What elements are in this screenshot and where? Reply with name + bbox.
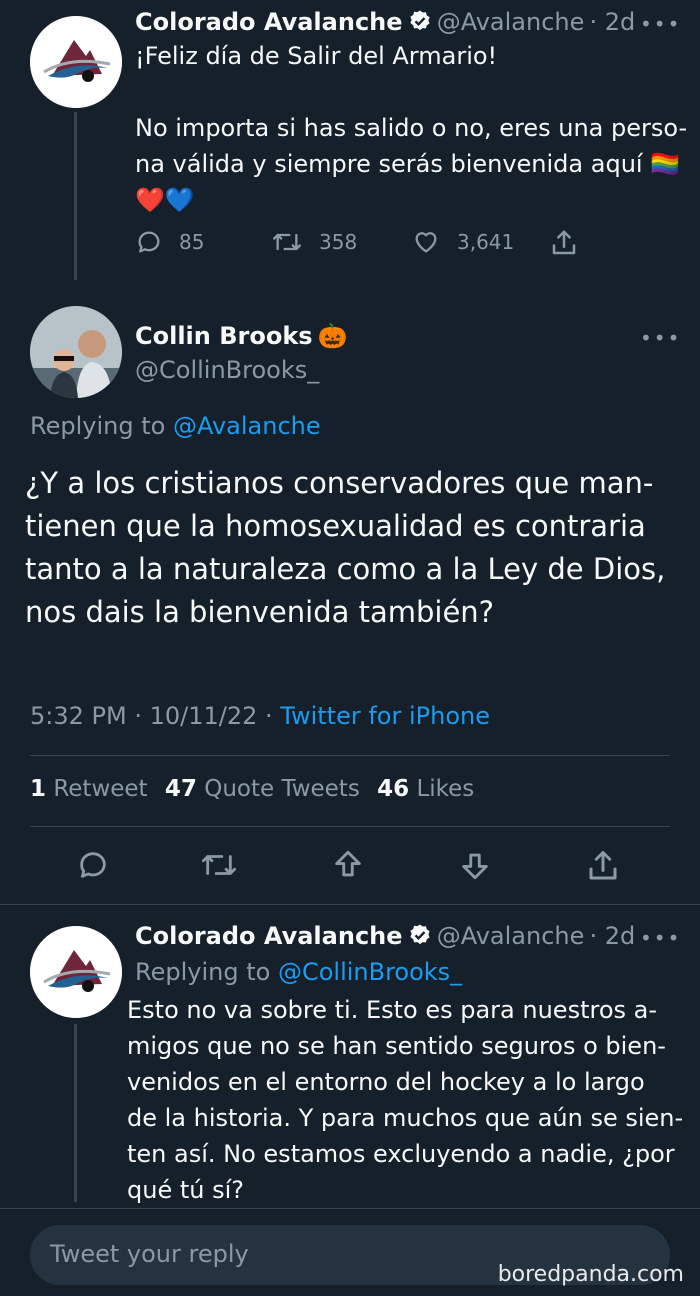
reply-placeholder: Tweet your reply [50,1240,249,1268]
avalanche-thread-line [74,112,77,280]
retweets-stat[interactable]: 1 Retweet [30,776,148,802]
tweet-text-line: na válida y siempre serás bienvenida aqu… [135,150,681,178]
tweet-text-line: ¡Feliz día de Salir del Armario! [135,42,498,70]
tweet-source[interactable]: Twitter for iPhone [280,702,490,730]
replying-prefix: Replying to [30,412,166,440]
replying-prefix: Replying to [135,958,271,986]
tweet-age: · 2d [589,8,636,36]
author-handle[interactable]: @CollinBrooks_ [135,356,319,384]
timestamp-row: 5:32 PM · 10/11/22 · Twitter for iPhone [30,702,490,730]
tweet-text-line: venidos en el entorno del hockey a lo la… [127,1068,645,1096]
watermark: boredpanda.com [497,1262,684,1287]
tweet-text-line: ten así. No estamos excluyendo a nadie, … [127,1140,675,1168]
avalanche-thread-line [74,1024,77,1202]
tweet-text-line: tanto a la naturaleza como a la Ley de D… [25,552,666,586]
retweet-count: 358 [319,230,358,254]
tweet3-header: Colorado Avalanche @Avalanche · 2d [135,922,635,950]
verified-badge-icon [410,10,430,31]
replying-to-link[interactable]: @CollinBrooks_ [278,958,462,986]
main-tweet-actions [0,846,700,886]
tweet-age: · 2d [589,922,636,950]
replying-to: Replying to @Avalanche [30,412,321,440]
share-icon[interactable] [585,848,621,884]
engagement-stats: 1 Retweet 47 Quote Tweets 46 Likes [30,776,474,802]
tweet-text-line: ❤️💙 [135,186,195,214]
share-action[interactable] [549,228,579,262]
tweet1-body: ¡Feliz día de Salir del Armario! No impo… [135,38,695,218]
tweet-text-line: migos que no se han sentido seguros o bi… [127,1032,666,1060]
main-tweet-text: ¿Y a los cristianos conservadores que ma… [25,462,695,634]
retweet-count: 1 [30,776,47,802]
author-name[interactable]: Colorado Avalanche [135,8,403,36]
pumpkin-emoji: 🎃 [317,322,348,350]
reply-icon[interactable] [76,848,110,882]
heart-icon [415,232,437,253]
avalanche-avatar[interactable] [30,926,122,1018]
retweet-icon[interactable] [200,848,238,882]
verified-badge-icon [410,924,430,945]
divider [0,904,700,905]
tweet-text-line: de la historia. Y para muchos que aún se… [127,1104,684,1132]
timestamp[interactable]: 5:32 PM · 10/11/22 · [30,702,273,730]
upvote-icon[interactable] [331,848,365,882]
avalanche-avatar[interactable] [30,16,122,108]
tweet1-header: Colorado Avalanche @Avalanche · 2d [135,8,635,36]
share-icon [552,230,576,255]
retweet-action[interactable]: 358 [271,228,357,256]
tweet-text-line: qué tú sí? [127,1176,244,1204]
replying-to-link[interactable]: @Avalanche [173,412,321,440]
likes-stat[interactable]: 46 Likes [377,776,474,802]
quote-tweets-stat[interactable]: 47 Quote Tweets [165,776,360,802]
like-label: Likes [416,776,475,802]
author-handle[interactable]: @Avalanche [437,922,585,950]
more-options-icon[interactable]: ••• [640,326,681,350]
more-options-icon[interactable]: ••• [640,926,681,950]
replying-to: Replying to @CollinBrooks_ [135,958,462,986]
author-name[interactable]: Colorado Avalanche [135,922,403,950]
tweet-text-line: ¿Y a los cristianos conservadores que ma… [25,466,654,500]
downvote-icon[interactable] [458,848,492,882]
collin-avatar[interactable] [30,306,122,398]
retweet-icon [272,233,301,251]
quote-count: 47 [164,776,197,802]
tweet3-text: Esto no va sobre ti. Esto es para nuestr… [127,992,697,1208]
tweet-text-line: tienen que la homosexualidad es contrari… [25,509,646,543]
tweet1-actions: 85 358 3,641 [135,228,595,264]
tweet-text-line: Esto no va sobre ti. Esto es para nuestr… [127,996,658,1024]
quote-label: Quote Tweets [204,776,360,802]
author-name[interactable]: Collin Brooks [135,322,313,350]
profile-photo-icon [30,306,122,398]
like-count: 3,641 [457,230,515,254]
author-handle[interactable]: @Avalanche [437,8,585,36]
reply-action[interactable]: 85 [135,228,204,256]
like-count: 46 [377,776,410,802]
more-options-icon[interactable]: ••• [640,12,681,36]
divider [30,755,670,756]
like-action[interactable]: 3,641 [411,228,514,256]
avalanche-logo-icon [30,926,122,1018]
avalanche-logo-icon [30,16,122,108]
tweet-text-line: No importa si has salido o no, eres una … [135,114,688,142]
reply-count: 85 [179,230,205,254]
tweet-text-line: nos dais la bienvenida también? [25,595,495,629]
reply-icon [138,231,160,253]
main-tweet-header: Collin Brooks 🎃 [135,322,348,350]
retweet-label: Retweet [53,776,148,802]
divider [30,826,670,827]
